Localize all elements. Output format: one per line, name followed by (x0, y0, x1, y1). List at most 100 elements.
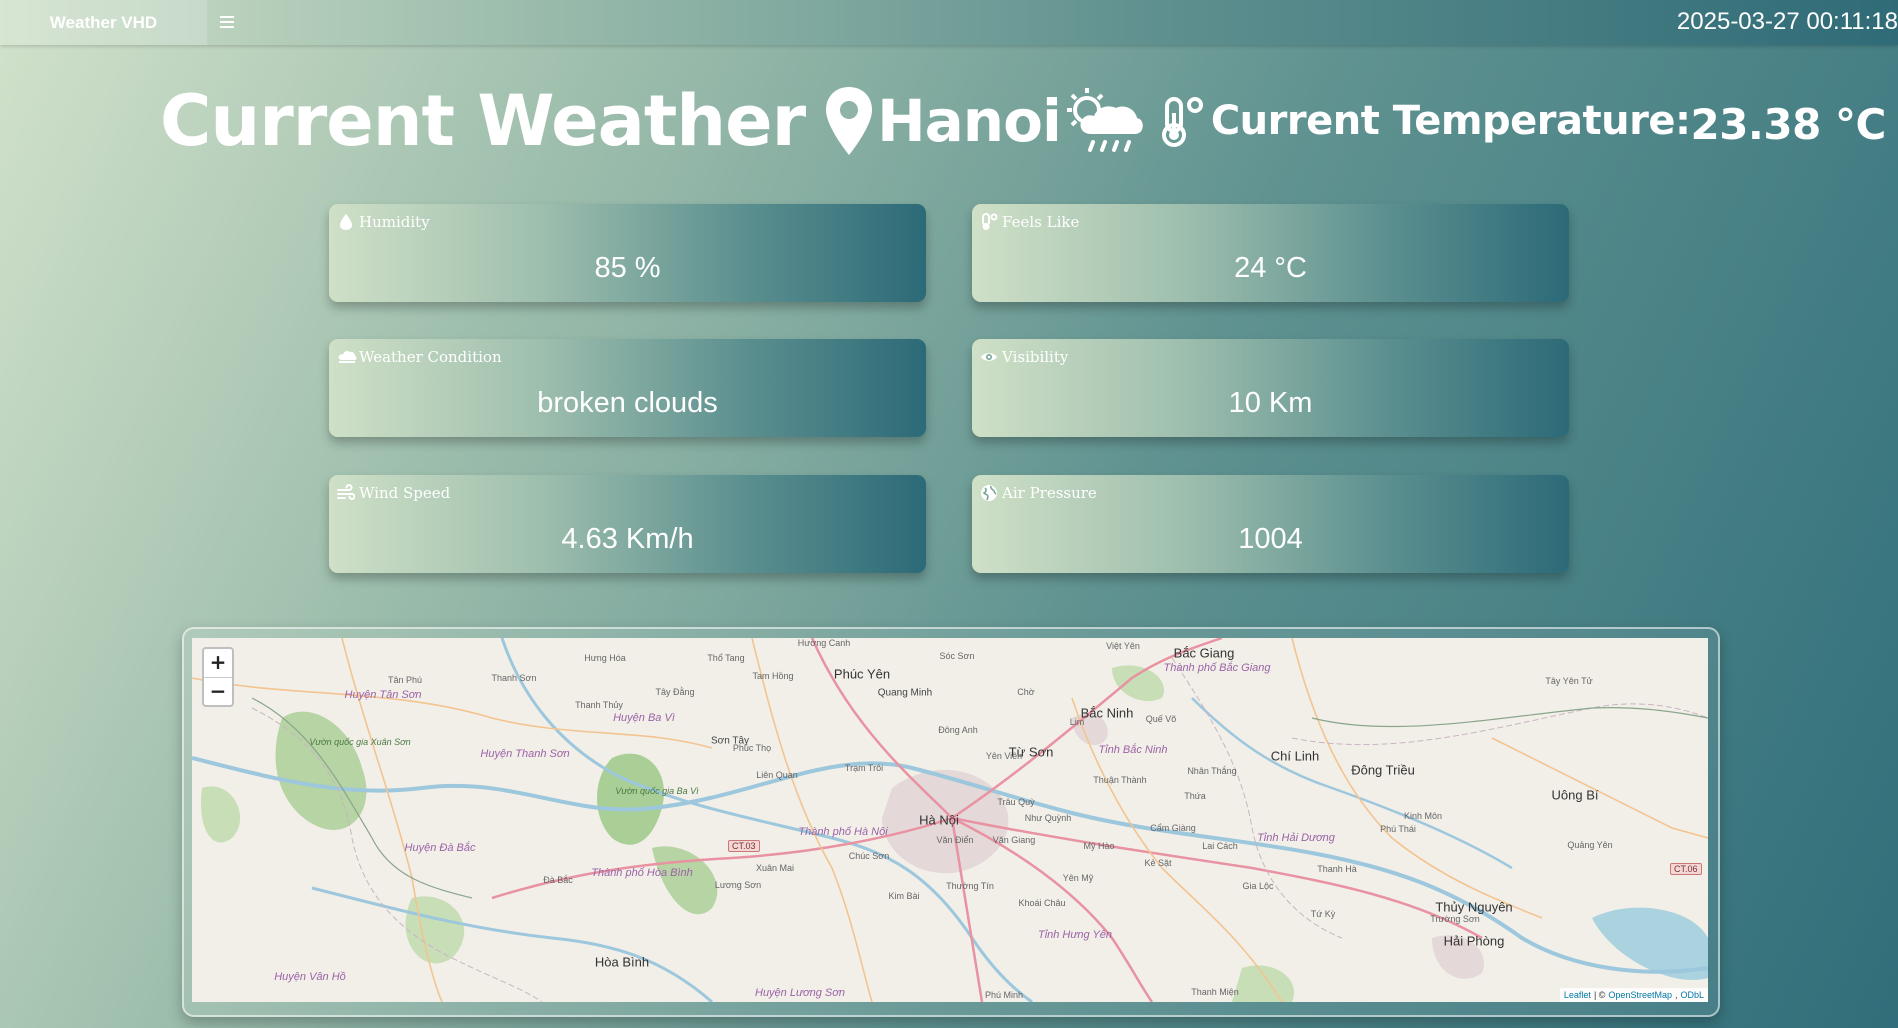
map-label: Thành phố Hòa Bình (591, 867, 693, 879)
map-pin-icon (823, 85, 875, 157)
pressure-label: Air Pressure (1002, 484, 1097, 502)
map-label: Bắc Giang (1173, 645, 1235, 661)
map-label: Yên Viên (985, 751, 1023, 761)
map-label: Lương Sơn (714, 880, 762, 890)
sun-cloud-rain-icon (1061, 84, 1145, 158)
wind-label: Wind Speed (359, 484, 451, 502)
map-label: Thanh Hà (1317, 864, 1357, 874)
map-label: Tỉnh Hải Dương (1257, 832, 1335, 844)
map-label: Thành phố Bắc Giang (1163, 662, 1271, 674)
condition-value: broken clouds (537, 387, 718, 419)
map-label: Cẩm Giàng (1150, 823, 1196, 833)
map-label: Thành phố Hà Nội (798, 826, 888, 838)
hamburger-icon[interactable] (216, 10, 238, 34)
visibility-value: 10 Km (1228, 387, 1313, 419)
map-label: Tỉnh Bắc Ninh (1098, 744, 1168, 756)
map-label: Hưng Hóa (584, 653, 626, 663)
map-label: Hương Canh (797, 638, 851, 648)
osm-link[interactable]: OpenStreetMap (1608, 990, 1672, 1000)
navbar: Weather VHD 2025-03-27 00:11:18 (0, 0, 1898, 45)
map-label: Hà Nội (919, 812, 959, 828)
brand-logo[interactable]: Weather VHD (0, 0, 207, 45)
map-label: Hòa Bình (594, 954, 650, 970)
datetime-display: 2025-03-27 00:11:18 (1676, 8, 1898, 35)
map-label: Nhân Thắng (1187, 766, 1237, 776)
map-label: Gia Lộc (1242, 881, 1274, 891)
map-label: Trường Sơn (1430, 914, 1480, 924)
map-label: Lim (1069, 717, 1085, 727)
map-attribution: Leaflet | © OpenStreetMap , ODbL (1559, 988, 1708, 1002)
map-label: Văn Giang (992, 835, 1036, 845)
map-label: Quế Võ (1145, 714, 1177, 724)
visibility-label: Visibility (1002, 348, 1069, 366)
map-label: Trạm Trôi (844, 763, 884, 773)
feels-like-card: Feels Like 24 °C (972, 204, 1569, 302)
thermometer-icon (980, 213, 998, 231)
zoom-out-button[interactable]: − (204, 678, 232, 706)
map-label: Thanh Thủy (575, 700, 623, 710)
map-label: Đông Triều (1351, 762, 1415, 778)
pressure-value: 1004 (1238, 523, 1303, 555)
current-temp-value: 23.38 °C (1690, 100, 1886, 149)
map-label: Chí Linh (1270, 748, 1320, 764)
wind-value: 4.63 Km/h (561, 523, 694, 555)
current-temp-label: Current Temperature: (1210, 97, 1691, 144)
map-label: Phúc Yên (833, 666, 891, 682)
cloud-icon (337, 348, 357, 366)
map-label: Đông Anh (938, 725, 978, 735)
map-label: Huyện Đà Bắc (404, 842, 476, 854)
map-label: Tỉnh Hưng Yên (1037, 929, 1113, 941)
zoom-in-button[interactable]: + (204, 649, 232, 678)
map-label: Kinh Môn (1403, 811, 1443, 821)
map-label: Hải Phòng (1443, 933, 1505, 949)
road-shield: CT.03 (728, 840, 760, 852)
map-label: Huyện Vân Hồ (274, 971, 346, 983)
map-label: Uông Bí (1551, 787, 1599, 803)
map-label: Như Quỳnh (1024, 813, 1072, 823)
map-label: Tam Hồng (752, 671, 794, 681)
droplet-icon (337, 213, 355, 231)
visibility-card: Visibility 10 Km (972, 339, 1569, 437)
map-label: Quang Minh (877, 687, 933, 699)
map-label: Thường Tín (946, 881, 994, 891)
map-label: Huyện Thanh Sơn (480, 748, 570, 760)
map-label: Văn Điển (936, 835, 974, 845)
map-label: Thổ Tang (707, 653, 745, 663)
map-label: Sóc Sơn (939, 651, 975, 661)
map-label: Lai Cách (1202, 841, 1238, 851)
map-label: Phú Thái (1380, 824, 1416, 834)
map-label: Vườn quốc gia Xuân Sơn (309, 737, 411, 747)
map-label: Thuận Thành (1093, 775, 1147, 785)
eye-icon (980, 348, 998, 366)
map-label: Việt Yên (1106, 641, 1140, 651)
map-label: Huyện Ba Vì (613, 712, 675, 724)
leaflet-link[interactable]: Leaflet (1564, 990, 1591, 1000)
feels-like-value: 24 °C (1234, 252, 1307, 284)
odbl-link[interactable]: ODbL (1680, 990, 1704, 1000)
map-label: Chúc Sơn (848, 851, 890, 861)
map-label: Kim Bài (888, 891, 920, 901)
map-label: Vườn quốc gia Ba Vì (615, 786, 699, 796)
map-label: Tây Đằng (655, 687, 695, 697)
map-label: Bắc Ninh (1080, 705, 1134, 721)
map-label: Xuân Mai (755, 863, 795, 873)
map-label: Thanh Miện (1191, 987, 1239, 997)
map-label: Huyện Tân Sơn (344, 689, 422, 701)
thermometer-icon (1159, 95, 1209, 147)
map-label: Tân Phú (387, 675, 423, 685)
map-label: Tứ Kỳ (1310, 909, 1336, 919)
map-label: Trâu Quỳ (997, 797, 1035, 807)
map-label: Tây Yên Tử (1545, 676, 1593, 686)
map[interactable]: Hà Nội Bắc Ninh Bắc Giang Phúc Yên Hải P… (192, 638, 1708, 1002)
wind-icon (337, 484, 356, 502)
feels-like-label: Feels Like (1002, 213, 1080, 231)
map-label: Mỹ Hào (1083, 841, 1115, 851)
map-label: Khoái Châu (1018, 898, 1066, 908)
wind-card: Wind Speed 4.63 Km/h (329, 475, 926, 573)
zoom-control: + − (202, 647, 234, 707)
map-label: Thanh Sơn (491, 673, 537, 683)
globe-icon (980, 484, 998, 502)
map-label: Phú Minh (984, 990, 1024, 1000)
attribution-separator: | © (1593, 990, 1606, 1000)
map-label: Liên Quan (756, 770, 798, 780)
